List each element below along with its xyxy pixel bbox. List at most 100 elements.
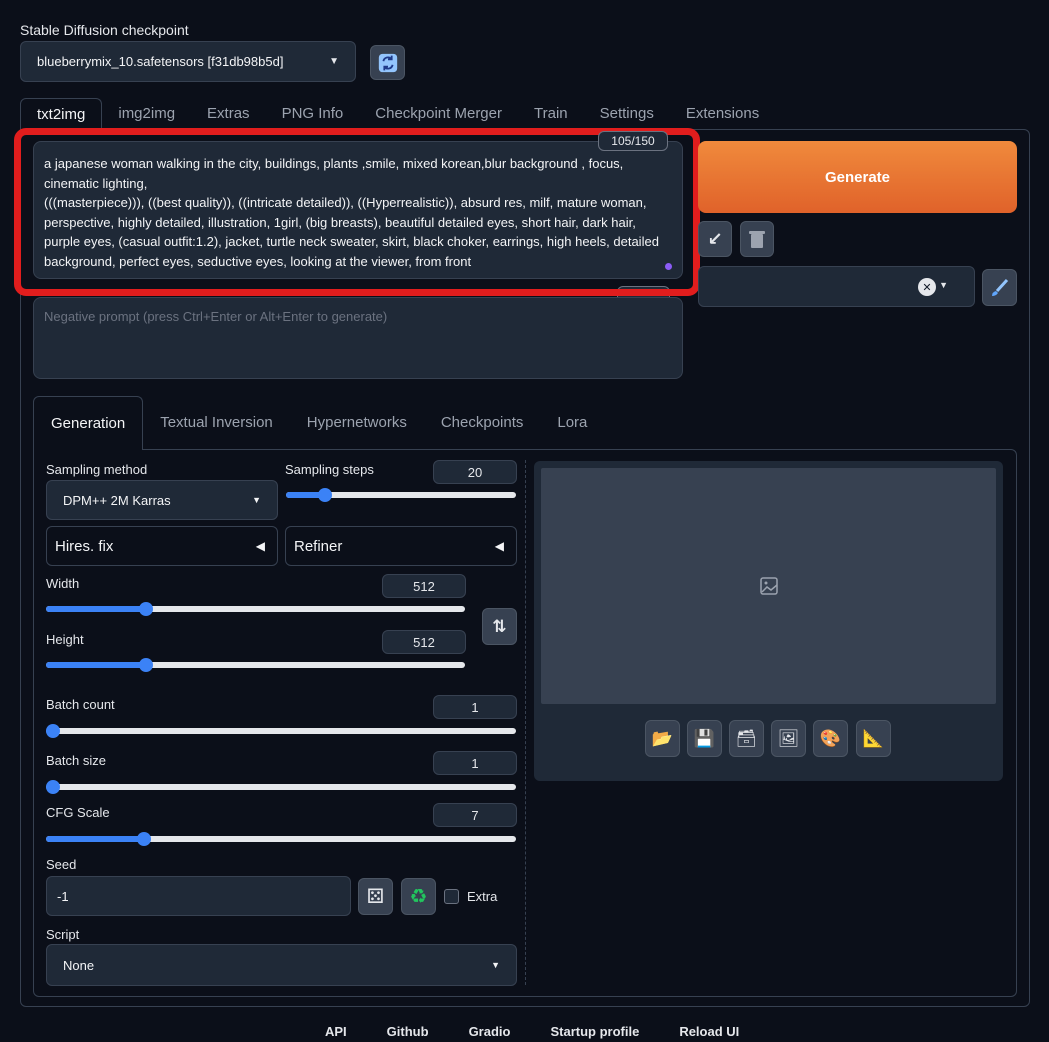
clear-icon[interactable]: ✕ [918, 278, 936, 296]
zip-button[interactable]: 🗃 [729, 720, 764, 757]
paintbrush-icon [991, 278, 1008, 296]
height-slider[interactable] [46, 658, 465, 672]
cfg-scale-slider[interactable] [46, 832, 516, 846]
open-folder-button[interactable]: 📂 [645, 720, 680, 757]
footer-links: API Github Gradio Startup profile Reload… [325, 1024, 739, 1039]
footer-link-reload-ui[interactable]: Reload UI [679, 1024, 739, 1039]
tab-checkpoints[interactable]: Checkpoints [424, 396, 541, 450]
swap-arrows-icon: ⇅ [492, 616, 507, 636]
folder-icon: 📂 [651, 728, 674, 748]
hires-fix-label: Hires. fix [55, 537, 114, 555]
checkpoint-value: blueberrymix_10.safetensors [f31db98b5d] [37, 54, 284, 69]
checkpoint-select[interactable]: blueberrymix_10.safetensors [f31db98b5d]… [20, 41, 356, 82]
negative-prompt-input[interactable]: Negative prompt (press Ctrl+Enter or Alt… [33, 297, 683, 379]
tab-extensions[interactable]: Extensions [670, 98, 775, 130]
slider-fill [286, 492, 321, 498]
send-to-img2img-button[interactable]: 🖼 [771, 720, 806, 757]
batch-count-label: Batch count [46, 697, 115, 712]
seed-label: Seed [46, 857, 77, 872]
reuse-seed-button[interactable]: ♻ [401, 878, 436, 915]
prompt-input[interactable]: a japanese woman walking in the city, bu… [33, 141, 683, 279]
tab-lora[interactable]: Lora [540, 396, 604, 450]
refiner-label: Refiner [294, 537, 343, 555]
chevron-down-icon: ▼ [252, 495, 261, 505]
save-button[interactable]: 💾 [687, 720, 722, 757]
extra-seed-checkbox[interactable] [444, 889, 459, 904]
tab-img2img[interactable]: img2img [102, 98, 191, 130]
output-gallery[interactable] [541, 468, 996, 704]
script-label: Script [46, 927, 80, 942]
prompt-text: a japanese woman walking in the city, bu… [44, 156, 659, 269]
sampling-method-select[interactable]: DPM++ 2M Karras ▼ [46, 480, 278, 520]
seed-value: -1 [57, 888, 69, 904]
batch-size-input[interactable]: 1 [433, 751, 517, 775]
cfg-scale-input[interactable]: 7 [433, 803, 517, 827]
hires-fix-accordion[interactable]: Hires. fix ◀ [46, 526, 278, 566]
width-label: Width [46, 576, 80, 591]
tab-checkpoint-merger[interactable]: Checkpoint Merger [359, 98, 518, 130]
sampling-method-value: DPM++ 2M Karras [63, 492, 171, 508]
seed-input[interactable]: -1 [46, 876, 351, 916]
chevron-down-icon: ▼ [491, 960, 500, 970]
random-seed-button[interactable]: ⚄ [358, 878, 393, 915]
styles-select[interactable]: ✕ ▼ [698, 266, 975, 307]
footer-link-github[interactable]: Github [387, 1024, 429, 1039]
script-select[interactable]: None ▼ [46, 944, 517, 986]
resize-dot-icon [665, 263, 672, 270]
tab-hypernetworks[interactable]: Hypernetworks [290, 396, 424, 450]
read-params-button[interactable]: ↙ [698, 221, 732, 257]
tab-train[interactable]: Train [518, 98, 584, 130]
script-value: None [63, 957, 95, 973]
slider-thumb[interactable] [46, 780, 60, 794]
dice-icon: ⚄ [366, 886, 385, 908]
triangle-ruler-icon: 📐 [862, 728, 885, 748]
send-to-inpaint-button[interactable]: 🎨 [813, 720, 848, 757]
image-placeholder-icon [759, 577, 778, 595]
width-input[interactable]: 512 [382, 574, 466, 598]
swap-dimensions-button[interactable]: ⇅ [482, 608, 517, 645]
picture-icon: 🖼 [777, 728, 800, 748]
slider-fill [46, 662, 143, 668]
palette-icon: 🎨 [819, 728, 842, 748]
column-divider [525, 460, 526, 985]
sampling-steps-label: Sampling steps [285, 462, 374, 477]
slider-thumb[interactable] [46, 724, 60, 738]
footer-link-api[interactable]: API [325, 1024, 347, 1039]
refiner-accordion[interactable]: Refiner ◀ [285, 526, 517, 566]
recycle-icon: ♻ [409, 886, 428, 908]
tab-txt2img[interactable]: txt2img [20, 98, 103, 130]
arrow-down-left-icon: ↙ [707, 228, 723, 249]
tab-png-info[interactable]: PNG Info [266, 98, 360, 130]
batch-count-input[interactable]: 1 [433, 695, 517, 719]
slider-fill [46, 606, 143, 612]
footer-link-gradio[interactable]: Gradio [469, 1024, 511, 1039]
refresh-checkpoint-button[interactable] [370, 45, 405, 80]
height-label: Height [46, 632, 84, 647]
tab-generation[interactable]: Generation [33, 396, 144, 450]
sampling-steps-input[interactable]: 20 [433, 460, 517, 484]
trash-icon [749, 231, 765, 248]
extra-label: Extra [467, 889, 498, 904]
batch-size-slider[interactable] [46, 780, 516, 794]
tab-settings[interactable]: Settings [584, 98, 670, 130]
sampling-steps-slider[interactable] [286, 488, 516, 502]
generate-button[interactable]: Generate [698, 141, 1017, 213]
send-to-extras-button[interactable]: 📐 [856, 720, 891, 757]
width-slider[interactable] [46, 602, 465, 616]
triangle-left-icon: ◀ [255, 539, 265, 553]
batch-count-slider[interactable] [46, 724, 516, 738]
tab-textual-inversion[interactable]: Textual Inversion [143, 396, 290, 450]
archive-icon: 🗃 [735, 728, 758, 748]
main-tabs: txt2img img2img Extras PNG Info Checkpoi… [20, 98, 775, 130]
cfg-scale-label: CFG Scale [46, 805, 110, 820]
refresh-icon [378, 53, 397, 72]
edit-styles-button[interactable] [982, 269, 1017, 306]
footer-link-startup-profile[interactable]: Startup profile [550, 1024, 639, 1039]
tab-extras[interactable]: Extras [191, 98, 266, 130]
clear-prompt-button[interactable] [740, 221, 774, 257]
chevron-down-icon: ▼ [329, 56, 339, 67]
triangle-left-icon: ◀ [494, 539, 504, 553]
prompt-token-counter: 105/150 [598, 131, 668, 151]
height-input[interactable]: 512 [382, 630, 466, 654]
chevron-down-icon: ▼ [939, 280, 948, 290]
